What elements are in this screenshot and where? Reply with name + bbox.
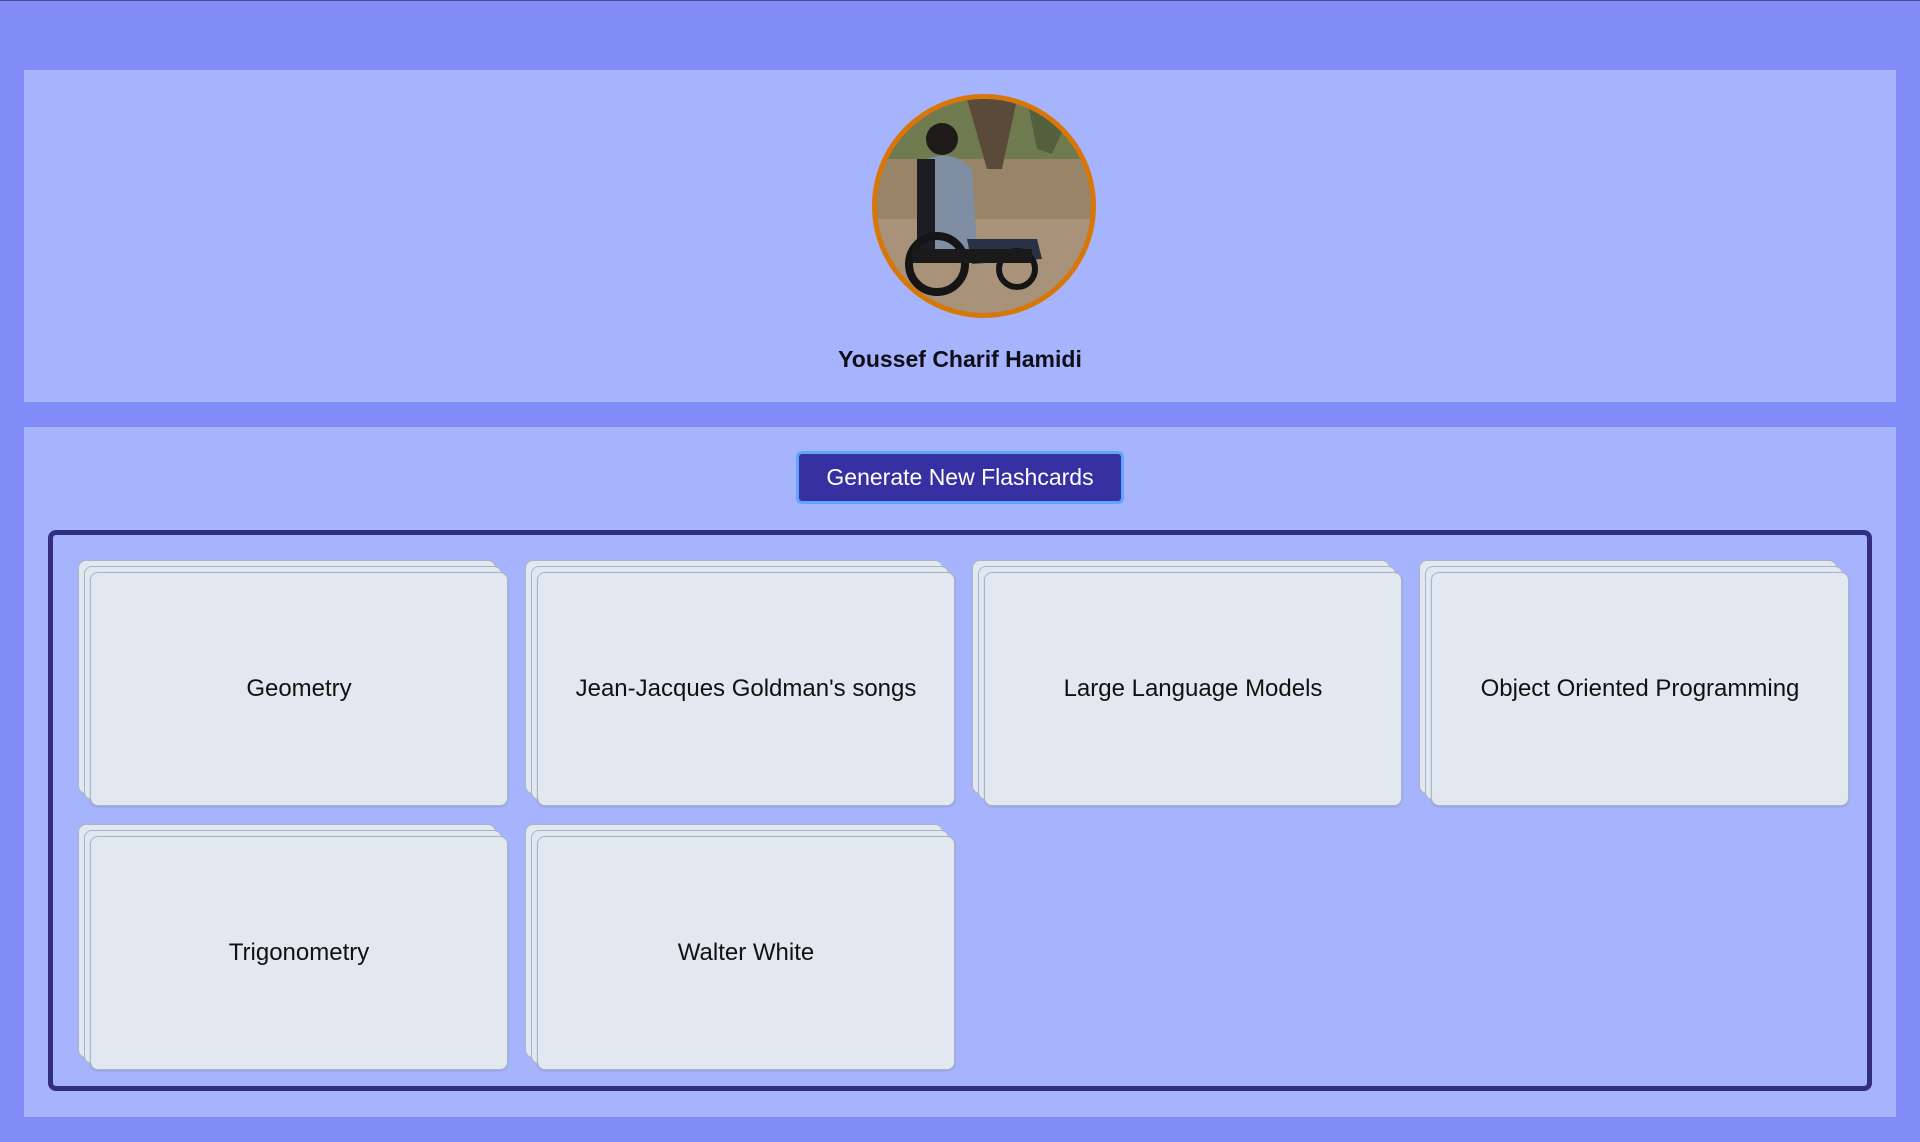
deck-title: Object Oriented Programming bbox=[1480, 675, 1800, 702]
deck-front: Large Language Models bbox=[984, 572, 1402, 806]
deck-card[interactable]: Jean-Jacques Goldman's songs bbox=[525, 560, 957, 810]
avatar-photo bbox=[877, 99, 1091, 313]
page: Youssef Charif Hamidi Generate New Flash… bbox=[0, 0, 1920, 1142]
deck-card[interactable]: Trigonometry bbox=[78, 824, 510, 1074]
deck-grid: Geometry Jean-Jacques Goldman's songs La… bbox=[48, 530, 1872, 1091]
generate-flashcards-button[interactable]: Generate New Flashcards bbox=[796, 451, 1124, 504]
deck-title: Large Language Models bbox=[1063, 675, 1323, 702]
deck-title: Trigonometry bbox=[228, 939, 370, 966]
deck-front: Jean-Jacques Goldman's songs bbox=[537, 572, 955, 806]
deck-front: Geometry bbox=[90, 572, 508, 806]
deck-card[interactable]: Geometry bbox=[78, 560, 510, 810]
deck-title: Walter White bbox=[677, 939, 815, 966]
profile-name: Youssef Charif Hamidi bbox=[838, 346, 1082, 372]
deck-front: Walter White bbox=[537, 836, 955, 1070]
deck-front: Trigonometry bbox=[90, 836, 508, 1070]
flashcards-panel: Generate New Flashcards Geometry Jean-Ja… bbox=[24, 427, 1896, 1117]
avatar bbox=[872, 94, 1096, 318]
deck-title: Geometry bbox=[246, 675, 352, 702]
deck-card[interactable]: Walter White bbox=[525, 824, 957, 1074]
deck-title: Jean-Jacques Goldman's songs bbox=[575, 675, 917, 702]
profile-panel: Youssef Charif Hamidi bbox=[24, 70, 1896, 402]
deck-front: Object Oriented Programming bbox=[1431, 572, 1849, 806]
deck-card[interactable]: Large Language Models bbox=[972, 560, 1404, 810]
deck-card[interactable]: Object Oriented Programming bbox=[1419, 560, 1851, 810]
